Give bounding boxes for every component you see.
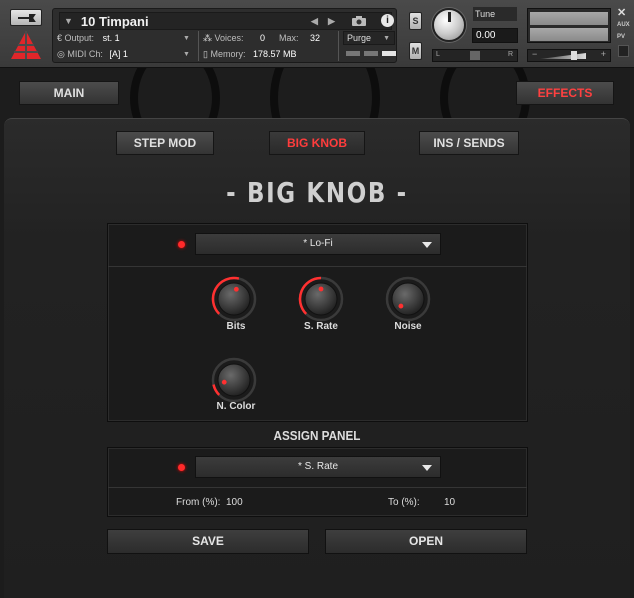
knob-body bbox=[217, 282, 251, 316]
prev-instrument-icon[interactable]: ◀ bbox=[311, 16, 318, 27]
pan-slider[interactable]: L R bbox=[432, 49, 518, 62]
solo-button[interactable]: S bbox=[409, 12, 422, 30]
divider bbox=[108, 266, 527, 267]
divider bbox=[108, 487, 527, 488]
decorative-tube bbox=[270, 68, 380, 120]
memory-row: ▯ Memory: 178.57 MB bbox=[203, 49, 297, 59]
bits-label: Bits bbox=[226, 321, 246, 332]
noise-knob[interactable] bbox=[385, 276, 431, 322]
output-meters bbox=[527, 8, 611, 43]
from-label: From (%): bbox=[176, 497, 221, 508]
effect-led-indicator[interactable] bbox=[178, 241, 185, 248]
knob-body bbox=[217, 363, 251, 397]
camera-icon[interactable] bbox=[351, 15, 367, 27]
info-icon[interactable]: i bbox=[381, 14, 394, 27]
pv-label[interactable]: PV bbox=[617, 34, 625, 40]
sample-rate-knob[interactable] bbox=[298, 276, 344, 322]
output-dropdown-icon[interactable]: ▼ bbox=[183, 31, 190, 46]
main-button[interactable]: MAIN bbox=[19, 81, 119, 105]
tab-ins-sends[interactable]: INS / SENDS bbox=[419, 131, 519, 155]
effect-dropdown[interactable]: * Lo-Fi bbox=[195, 233, 441, 255]
purge-dropdown-icon: ▼ bbox=[383, 35, 390, 42]
next-instrument-icon[interactable]: ▶ bbox=[328, 16, 335, 27]
instrument-name: 10 Timpani bbox=[80, 13, 149, 29]
volume-slider[interactable]: − + bbox=[527, 49, 611, 62]
wrench-icon bbox=[18, 13, 36, 22]
logo-icon bbox=[11, 31, 41, 59]
voices-row: ⁂ Voices: 0 Max: 32 bbox=[203, 33, 321, 43]
tab-step-mod[interactable]: STEP MOD bbox=[116, 131, 214, 155]
pan-handle[interactable] bbox=[470, 51, 480, 60]
bits-knob[interactable] bbox=[211, 276, 257, 322]
meter-left bbox=[530, 12, 608, 25]
purge-dropdown[interactable]: Purge ▼ bbox=[343, 31, 395, 45]
instrument-info-panel: ▼ 10 Timpani ◀ ▶ i € Output: st. 1 ▼ ◎ M… bbox=[52, 8, 397, 63]
knob-body bbox=[391, 282, 425, 316]
chevron-down-icon bbox=[422, 242, 432, 248]
tab-big-knob[interactable]: BIG KNOB bbox=[269, 131, 365, 155]
knob-pointer bbox=[398, 303, 404, 309]
meter-right bbox=[530, 28, 608, 41]
sample-rate-label: S. Rate bbox=[304, 321, 338, 332]
assign-dropdown[interactable]: * S. Rate bbox=[195, 456, 441, 478]
separator bbox=[198, 31, 199, 61]
tune-label: Tune bbox=[473, 7, 517, 21]
decorative-tube bbox=[130, 68, 220, 120]
volume-ramp bbox=[540, 53, 586, 59]
noise-color-label: N. Color bbox=[216, 401, 256, 412]
volume-handle[interactable] bbox=[571, 51, 577, 60]
effects-button[interactable]: EFFECTS bbox=[516, 81, 614, 105]
noise-color-knob[interactable] bbox=[211, 357, 257, 403]
wrench-button[interactable] bbox=[10, 9, 42, 26]
aux-label[interactable]: AUX bbox=[617, 22, 630, 28]
output-icon: € bbox=[57, 33, 63, 43]
knob-pointer bbox=[221, 379, 227, 385]
tune-knob[interactable] bbox=[432, 8, 466, 42]
tune-value[interactable]: 0.00 bbox=[472, 28, 518, 43]
instrument-name-field[interactable]: ▼ 10 Timpani ◀ ▶ i bbox=[59, 12, 394, 30]
knob-value-arc bbox=[212, 384, 221, 396]
assign-led-indicator[interactable] bbox=[178, 464, 185, 471]
close-icon[interactable]: ✕ bbox=[617, 6, 626, 19]
output-row[interactable]: € Output: st. 1 ▼ bbox=[57, 31, 190, 46]
knob-pointer bbox=[233, 286, 239, 292]
midi-icon: ◎ bbox=[57, 49, 65, 59]
separator bbox=[338, 31, 339, 61]
page-title: - BIG KNOB - bbox=[226, 176, 408, 209]
midi-row[interactable]: ◎ MIDI Ch: [A] 1 ▼ bbox=[57, 47, 190, 62]
instrument-header: ▼ 10 Timpani ◀ ▶ i € Output: st. 1 ▼ ◎ M… bbox=[0, 0, 634, 68]
knob-pointer bbox=[318, 286, 324, 292]
voices-icon: ⁂ bbox=[203, 33, 212, 43]
to-value[interactable]: 10 bbox=[444, 497, 455, 508]
midi-dropdown-icon[interactable]: ▼ bbox=[183, 47, 190, 62]
assign-panel-title: ASSIGN PANEL bbox=[273, 428, 361, 443]
memory-icon: ▯ bbox=[203, 49, 208, 59]
open-button[interactable]: OPEN bbox=[325, 529, 527, 554]
save-button[interactable]: SAVE bbox=[107, 529, 309, 554]
collapse-button[interactable] bbox=[618, 45, 629, 57]
mute-button[interactable]: M bbox=[409, 42, 422, 60]
chevron-down-icon bbox=[422, 465, 432, 471]
noise-label: Noise bbox=[394, 321, 422, 332]
dropdown-triangle-icon[interactable]: ▼ bbox=[64, 16, 73, 26]
purge-indicator bbox=[346, 51, 396, 56]
to-label: To (%): bbox=[388, 497, 420, 508]
from-value[interactable]: 100 bbox=[226, 497, 243, 508]
